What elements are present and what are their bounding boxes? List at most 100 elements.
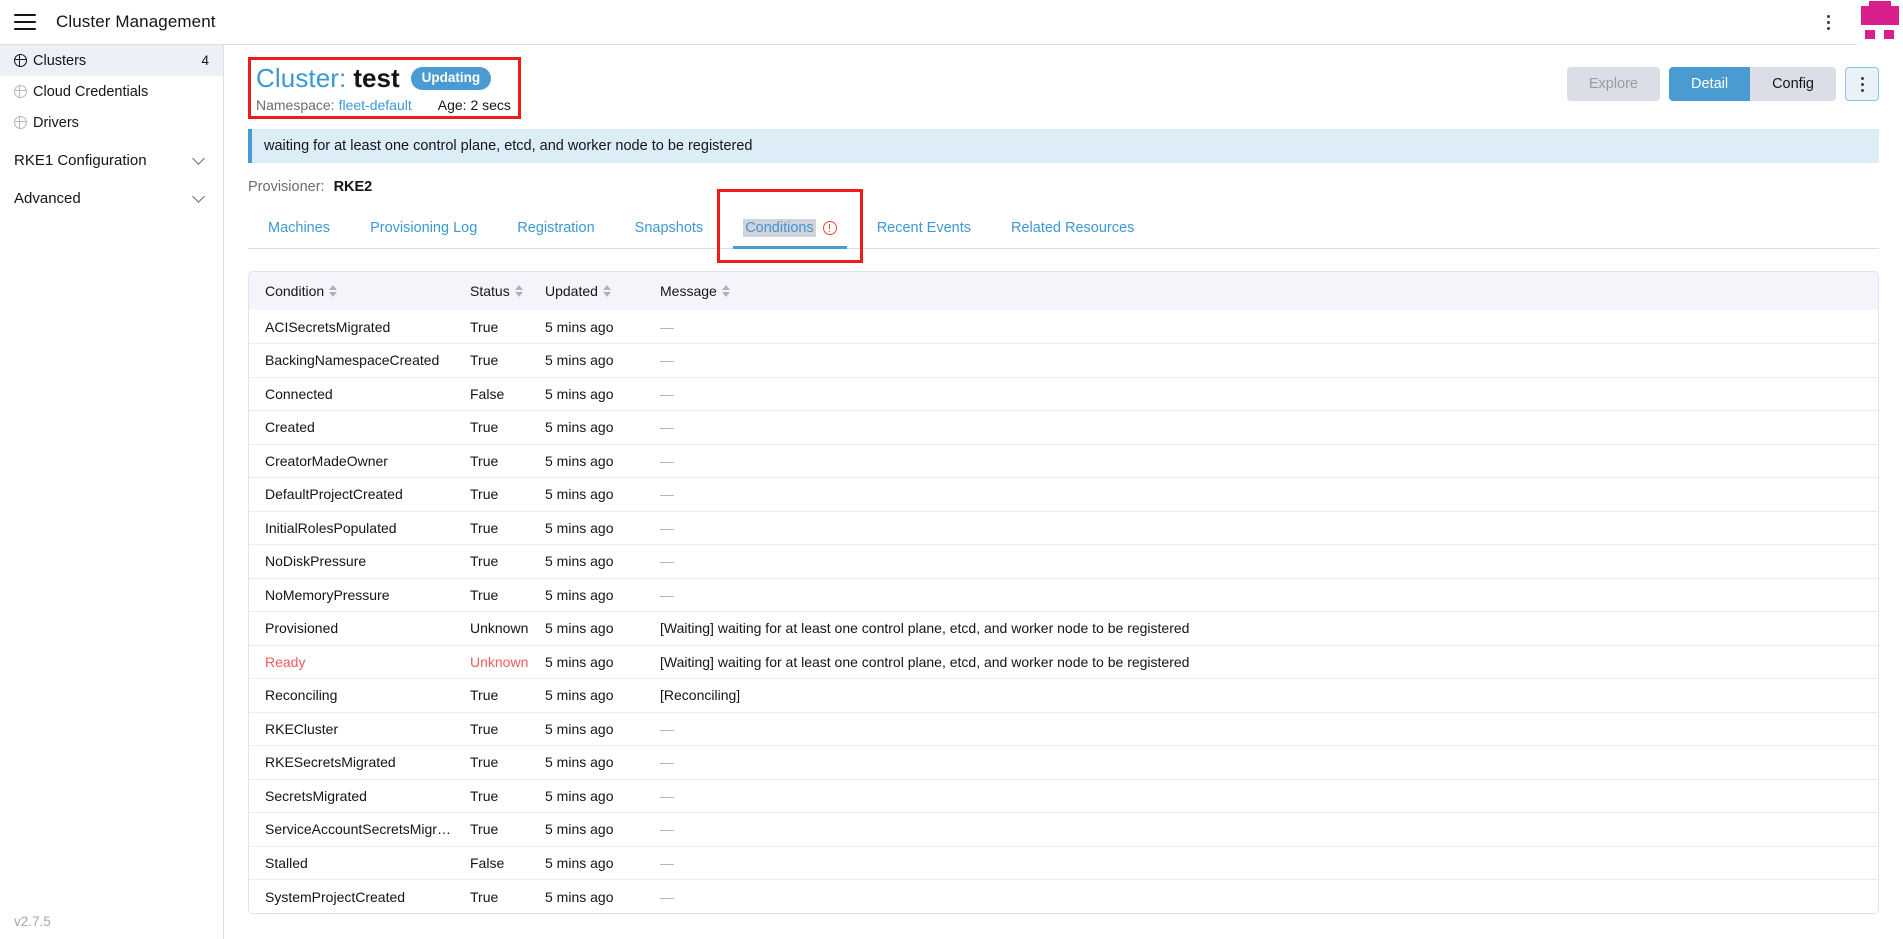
detail-button[interactable]: Detail	[1669, 67, 1751, 101]
config-button[interactable]: Config	[1750, 67, 1836, 101]
sort-icon[interactable]	[721, 285, 730, 297]
tab-provisioning-log[interactable]: Provisioning Log	[350, 208, 497, 248]
hamburger-icon[interactable]	[14, 14, 36, 30]
explore-button[interactable]: Explore	[1566, 67, 1660, 101]
table-row[interactable]: Connected False 5 mins ago —	[249, 377, 1878, 411]
cell-status: False	[470, 854, 505, 871]
sidebar-item-cloud-credentials[interactable]: Cloud Credentials	[0, 76, 223, 107]
cell-condition: Reconciling	[265, 687, 338, 704]
cell-message: —	[660, 519, 674, 536]
vertical-dots-icon[interactable]	[1813, 7, 1843, 37]
chevron-down-icon	[192, 189, 205, 203]
cell-updated: 5 mins ago	[545, 452, 614, 469]
cell-condition: ServiceAccountSecretsMigrated	[265, 821, 454, 838]
sort-icon[interactable]	[602, 285, 611, 297]
cell-status: True	[470, 452, 499, 469]
cell-status: True	[470, 888, 499, 905]
cell-condition: ACISecretsMigrated	[265, 318, 391, 335]
sort-icon[interactable]	[514, 285, 523, 297]
cell-message: [Waiting] waiting for at least one contr…	[660, 653, 1190, 670]
cell-status: True	[470, 352, 499, 369]
table-row[interactable]: Created True 5 mins ago —	[249, 410, 1878, 445]
column-header-condition[interactable]: Condition	[249, 272, 454, 310]
tab-recent-events[interactable]: Recent Events	[857, 208, 991, 248]
status-banner: waiting for at least one control plane, …	[248, 129, 1879, 163]
tab-snapshots[interactable]: Snapshots	[615, 208, 724, 248]
page-title-name: test	[353, 63, 400, 93]
conditions-table: Condition Status Updated Message ACISecr…	[249, 272, 1878, 913]
tab-label: Provisioning Log	[370, 220, 478, 236]
table-row[interactable]: NoDiskPressure True 5 mins ago —	[249, 544, 1878, 579]
table-row[interactable]: BackingNamespaceCreated True 5 mins ago —	[249, 343, 1878, 378]
table-header-row: Condition Status Updated Message	[249, 272, 1878, 310]
table-row[interactable]: Reconciling True 5 mins ago [Reconciling]	[249, 678, 1878, 713]
cell-updated: 5 mins ago	[545, 586, 614, 603]
cell-status: True	[470, 687, 499, 704]
cell-updated: 5 mins ago	[545, 653, 614, 670]
globe-icon	[13, 84, 27, 98]
tab-conditions[interactable]: Conditions	[723, 208, 857, 249]
cell-updated: 5 mins ago	[545, 854, 614, 871]
tab-label: Related Resources	[1011, 220, 1135, 236]
conditions-table-card: Condition Status Updated Message ACISecr…	[248, 271, 1879, 914]
table-row[interactable]: SecretsMigrated True 5 mins ago —	[249, 779, 1878, 813]
sidebar-item-label: Cloud Credentials	[33, 83, 149, 100]
cell-updated: 5 mins ago	[545, 754, 614, 771]
cell-message: —	[660, 352, 674, 369]
table-row[interactable]: DefaultProjectCreated True 5 mins ago —	[249, 477, 1878, 512]
provisioner-value: RKE2	[333, 179, 373, 195]
sidebar-item-clusters[interactable]: Clusters 4	[0, 45, 223, 76]
cell-status: False	[470, 385, 505, 402]
cell-updated: 5 mins ago	[545, 352, 614, 369]
tab-registration[interactable]: Registration	[497, 208, 614, 248]
sidebar-group-rke1-configuration[interactable]: RKE1 Configuration	[0, 144, 223, 176]
table-row[interactable]: Ready Unknown 5 mins ago [Waiting] waiting …	[249, 645, 1878, 679]
cell-status: True	[470, 720, 499, 737]
table-row[interactable]: Provisioned Unknown 5 mins ago [Waiting] wa…	[249, 611, 1878, 646]
table-row[interactable]: ServiceAccountSecretsMigrated True 5 mins …	[249, 812, 1878, 847]
table-row[interactable]: SystemProjectCreated True 5 mins ago —	[249, 879, 1878, 914]
table-row[interactable]: InitialRolesPopulated True 5 mins ago —	[249, 511, 1878, 545]
column-header-message[interactable]: Message	[644, 272, 1878, 310]
cell-condition: CreatorMadeOwner	[265, 452, 388, 469]
cell-status: True	[470, 519, 499, 536]
tab-label: Machines	[268, 220, 331, 236]
cell-message: —	[660, 888, 674, 905]
cell-status: True	[470, 754, 499, 771]
top-bar-right	[1813, 0, 1903, 45]
tab-label: Snapshots	[634, 220, 704, 236]
vertical-dots-icon[interactable]	[1845, 67, 1879, 101]
table-row[interactable]: CreatorMadeOwner True 5 mins ago —	[249, 444, 1878, 478]
cell-condition: Provisioned	[265, 620, 339, 637]
table-row[interactable]: ACISecretsMigrated True 5 mins ago —	[249, 310, 1878, 344]
namespace-link[interactable]: fleet-default	[339, 97, 412, 113]
table-row[interactable]: RKECluster True 5 mins ago —	[249, 712, 1878, 746]
table-row[interactable]: NoMemoryPressure True 5 mins ago —	[249, 578, 1878, 612]
tab-machines[interactable]: Machines	[248, 208, 350, 248]
column-header-status[interactable]: Status	[454, 272, 529, 310]
app-title: Cluster Management	[56, 12, 216, 31]
warning-icon	[822, 221, 837, 235]
resource-subtitle: Namespace: fleet-default Age: 2 secs	[256, 97, 511, 113]
column-header-updated[interactable]: Updated	[529, 272, 644, 310]
cell-status: True	[470, 553, 499, 570]
sidebar-item-drivers[interactable]: Drivers	[0, 107, 223, 138]
provisioner-row: Provisioner: RKE2	[248, 179, 1879, 195]
top-bar: Cluster Management	[0, 0, 1903, 45]
cell-condition: RKESecretsMigrated	[265, 754, 396, 771]
cell-condition: BackingNamespaceCreated	[265, 352, 440, 369]
tab-related-resources[interactable]: Related Resources	[991, 208, 1154, 248]
cell-updated: 5 mins ago	[545, 687, 614, 704]
table-head: Condition Status Updated Message	[249, 272, 1878, 310]
cell-message: [Reconciling]	[660, 687, 741, 704]
cell-status: True	[470, 419, 499, 436]
cell-status: True	[470, 486, 499, 503]
cell-updated: 5 mins ago	[545, 787, 614, 804]
cell-updated: 5 mins ago	[545, 553, 614, 570]
sidebar-group-advanced[interactable]: Advanced	[0, 182, 223, 214]
sort-icon[interactable]	[329, 285, 338, 297]
cell-updated: 5 mins ago	[545, 620, 614, 637]
table-row[interactable]: Stalled False 5 mins ago —	[249, 846, 1878, 880]
table-row[interactable]: RKESecretsMigrated True 5 mins ago —	[249, 745, 1878, 780]
cell-condition: SystemProjectCreated	[265, 888, 406, 905]
